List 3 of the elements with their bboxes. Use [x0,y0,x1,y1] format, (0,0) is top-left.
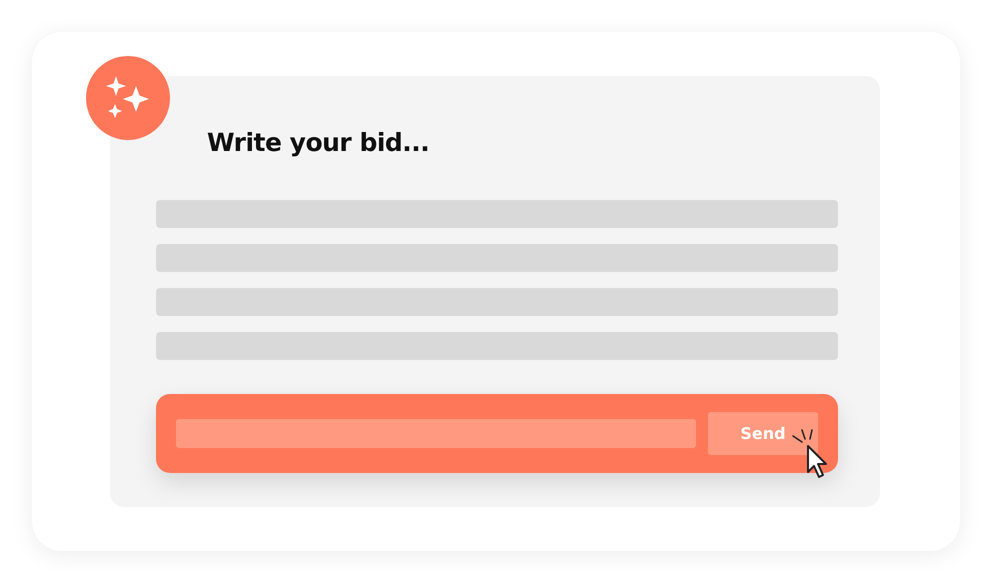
heading: Write your bid... [207,127,430,159]
send-button[interactable]: Send [708,412,818,455]
message-field[interactable] [176,419,696,448]
